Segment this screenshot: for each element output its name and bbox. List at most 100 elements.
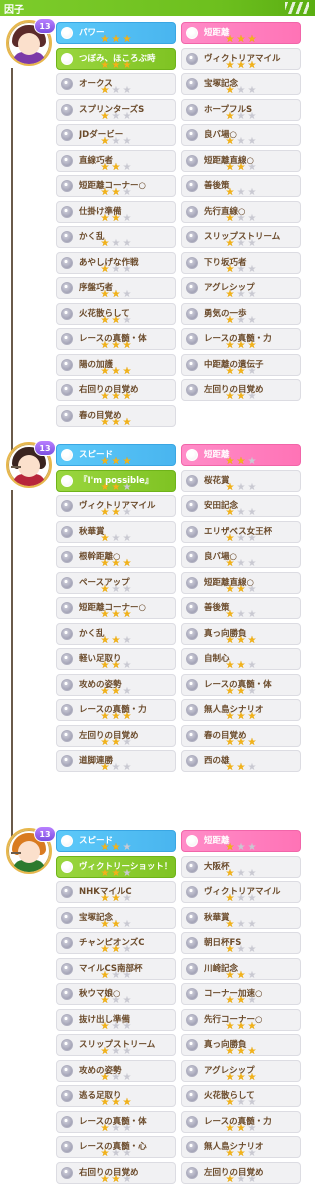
star-empty-icon: ★: [236, 558, 246, 569]
star-filled-icon: ★: [100, 110, 110, 122]
star-filled-icon: ★: [122, 59, 132, 71]
star-empty-icon: ★: [236, 263, 246, 275]
star-filled-icon: ★: [100, 85, 110, 96]
factor-gem-icon: [61, 704, 73, 716]
star-filled-icon: ★: [111, 1097, 121, 1108]
factor-stars: ★ ★ ★: [225, 533, 257, 544]
star-empty-icon: ★: [122, 1148, 132, 1159]
factor-gem-icon: [61, 1039, 73, 1051]
star-filled-icon: ★: [100, 1071, 110, 1083]
star-filled-icon: ★: [100, 736, 110, 748]
factor-header-title: 因子: [4, 5, 24, 16]
star-empty-icon: ★: [247, 842, 257, 853]
factor-stars: ★ ★ ★: [225, 1021, 257, 1032]
factor-gem-icon: [186, 52, 198, 65]
star-filled-icon: ★: [122, 340, 132, 351]
factor-stars: ★ ★ ★: [100, 392, 132, 402]
star-filled-icon: ★: [111, 391, 121, 402]
factor-gem-icon: [61, 129, 73, 141]
factor-stars: ★ ★ ★: [100, 315, 132, 326]
factor-stars: ★ ★ ★: [225, 263, 257, 275]
star-empty-icon: ★: [111, 238, 121, 249]
factor-stars: ★ ★ ★: [100, 686, 132, 697]
factor-stars: ★ ★ ★: [225, 239, 257, 249]
factor-gem-icon: [61, 988, 73, 1000]
factor-gem-icon: [186, 1166, 198, 1179]
factor-stars: ★ ★ ★: [225, 1098, 257, 1108]
star-filled-icon: ★: [225, 736, 235, 748]
star-empty-icon: ★: [247, 481, 257, 493]
star-filled-icon: ★: [100, 1122, 110, 1134]
star-filled-icon: ★: [247, 711, 257, 722]
star-filled-icon: ★: [225, 340, 235, 351]
factor-gem-icon: [186, 307, 198, 320]
star-empty-icon: ★: [247, 136, 257, 147]
factor-stars: ★ ★ ★: [225, 213, 257, 224]
star-filled-icon: ★: [225, 1173, 235, 1185]
factor-stars: ★ ★ ★: [100, 239, 132, 249]
factor-gem-icon: [186, 449, 198, 461]
star-filled-icon: ★: [111, 842, 121, 853]
star-filled-icon: ★: [100, 391, 110, 402]
star-empty-icon: ★: [111, 762, 121, 773]
star-filled-icon: ★: [247, 59, 257, 71]
factor-stars: ★ ★ ★: [225, 559, 257, 569]
star-empty-icon: ★: [236, 867, 246, 879]
star-empty-icon: ★: [111, 136, 121, 147]
star-empty-icon: ★: [111, 85, 121, 96]
avatar-face: [18, 33, 40, 55]
star-empty-icon: ★: [122, 85, 132, 96]
star-filled-icon: ★: [100, 918, 110, 930]
star-filled-icon: ★: [100, 995, 110, 1006]
star-empty-icon: ★: [122, 161, 132, 173]
star-empty-icon: ★: [122, 212, 132, 224]
factor-gem-icon: [186, 154, 198, 167]
factor-gem-icon: [186, 78, 198, 90]
star-empty-icon: ★: [247, 918, 257, 930]
star-filled-icon: ★: [111, 558, 121, 569]
star-empty-icon: ★: [122, 660, 132, 671]
star-filled-icon: ★: [247, 340, 257, 351]
factor-stars: ★ ★ ★: [225, 35, 257, 45]
factor-gem-icon: [61, 525, 73, 538]
star-empty-icon: ★: [236, 1097, 246, 1108]
factor-gem-icon: [61, 602, 73, 614]
star-filled-icon: ★: [100, 187, 110, 198]
factor-gem-icon: [186, 474, 198, 487]
factor-stars: ★ ★ ★: [225, 457, 257, 467]
star-filled-icon: ★: [225, 314, 235, 326]
factor-gem-icon: [61, 1090, 73, 1102]
star-filled-icon: ★: [225, 456, 235, 467]
star-empty-icon: ★: [236, 289, 246, 300]
tree-line-main: [11, 68, 13, 458]
rank-badge-main: 13: [34, 18, 56, 34]
star-empty-icon: ★: [122, 1173, 132, 1185]
star-filled-icon: ★: [100, 1148, 110, 1159]
star-filled-icon: ★: [100, 263, 110, 275]
factor-stars: ★ ★ ★: [225, 763, 257, 773]
factor-stars: ★ ★ ★: [100, 1021, 132, 1032]
factor-stars: ★ ★ ★: [225, 314, 257, 326]
factor-gem-icon: [186, 602, 198, 614]
star-filled-icon: ★: [122, 34, 132, 45]
star-filled-icon: ★: [111, 609, 121, 620]
star-filled-icon: ★: [236, 711, 246, 722]
tree-branch-parent2: [11, 852, 21, 854]
star-filled-icon: ★: [236, 59, 246, 71]
factor-stars: ★ ★ ★: [100, 341, 132, 351]
factor-gem-icon: [61, 256, 73, 269]
factor-gem-icon: [61, 103, 73, 116]
star-empty-icon: ★: [122, 187, 132, 198]
star-empty-icon: ★: [111, 263, 121, 275]
star-filled-icon: ★: [236, 762, 246, 773]
star-filled-icon: ★: [225, 161, 235, 173]
factor-gem-icon: [186, 333, 198, 345]
star-filled-icon: ★: [100, 212, 110, 224]
factor-gem-icon: [61, 937, 73, 949]
factor-stars: ★ ★ ★: [225, 1173, 257, 1185]
star-empty-icon: ★: [236, 944, 246, 955]
star-filled-icon: ★: [100, 944, 110, 955]
star-filled-icon: ★: [236, 1046, 246, 1057]
star-empty-icon: ★: [247, 85, 257, 96]
star-filled-icon: ★: [111, 944, 121, 955]
